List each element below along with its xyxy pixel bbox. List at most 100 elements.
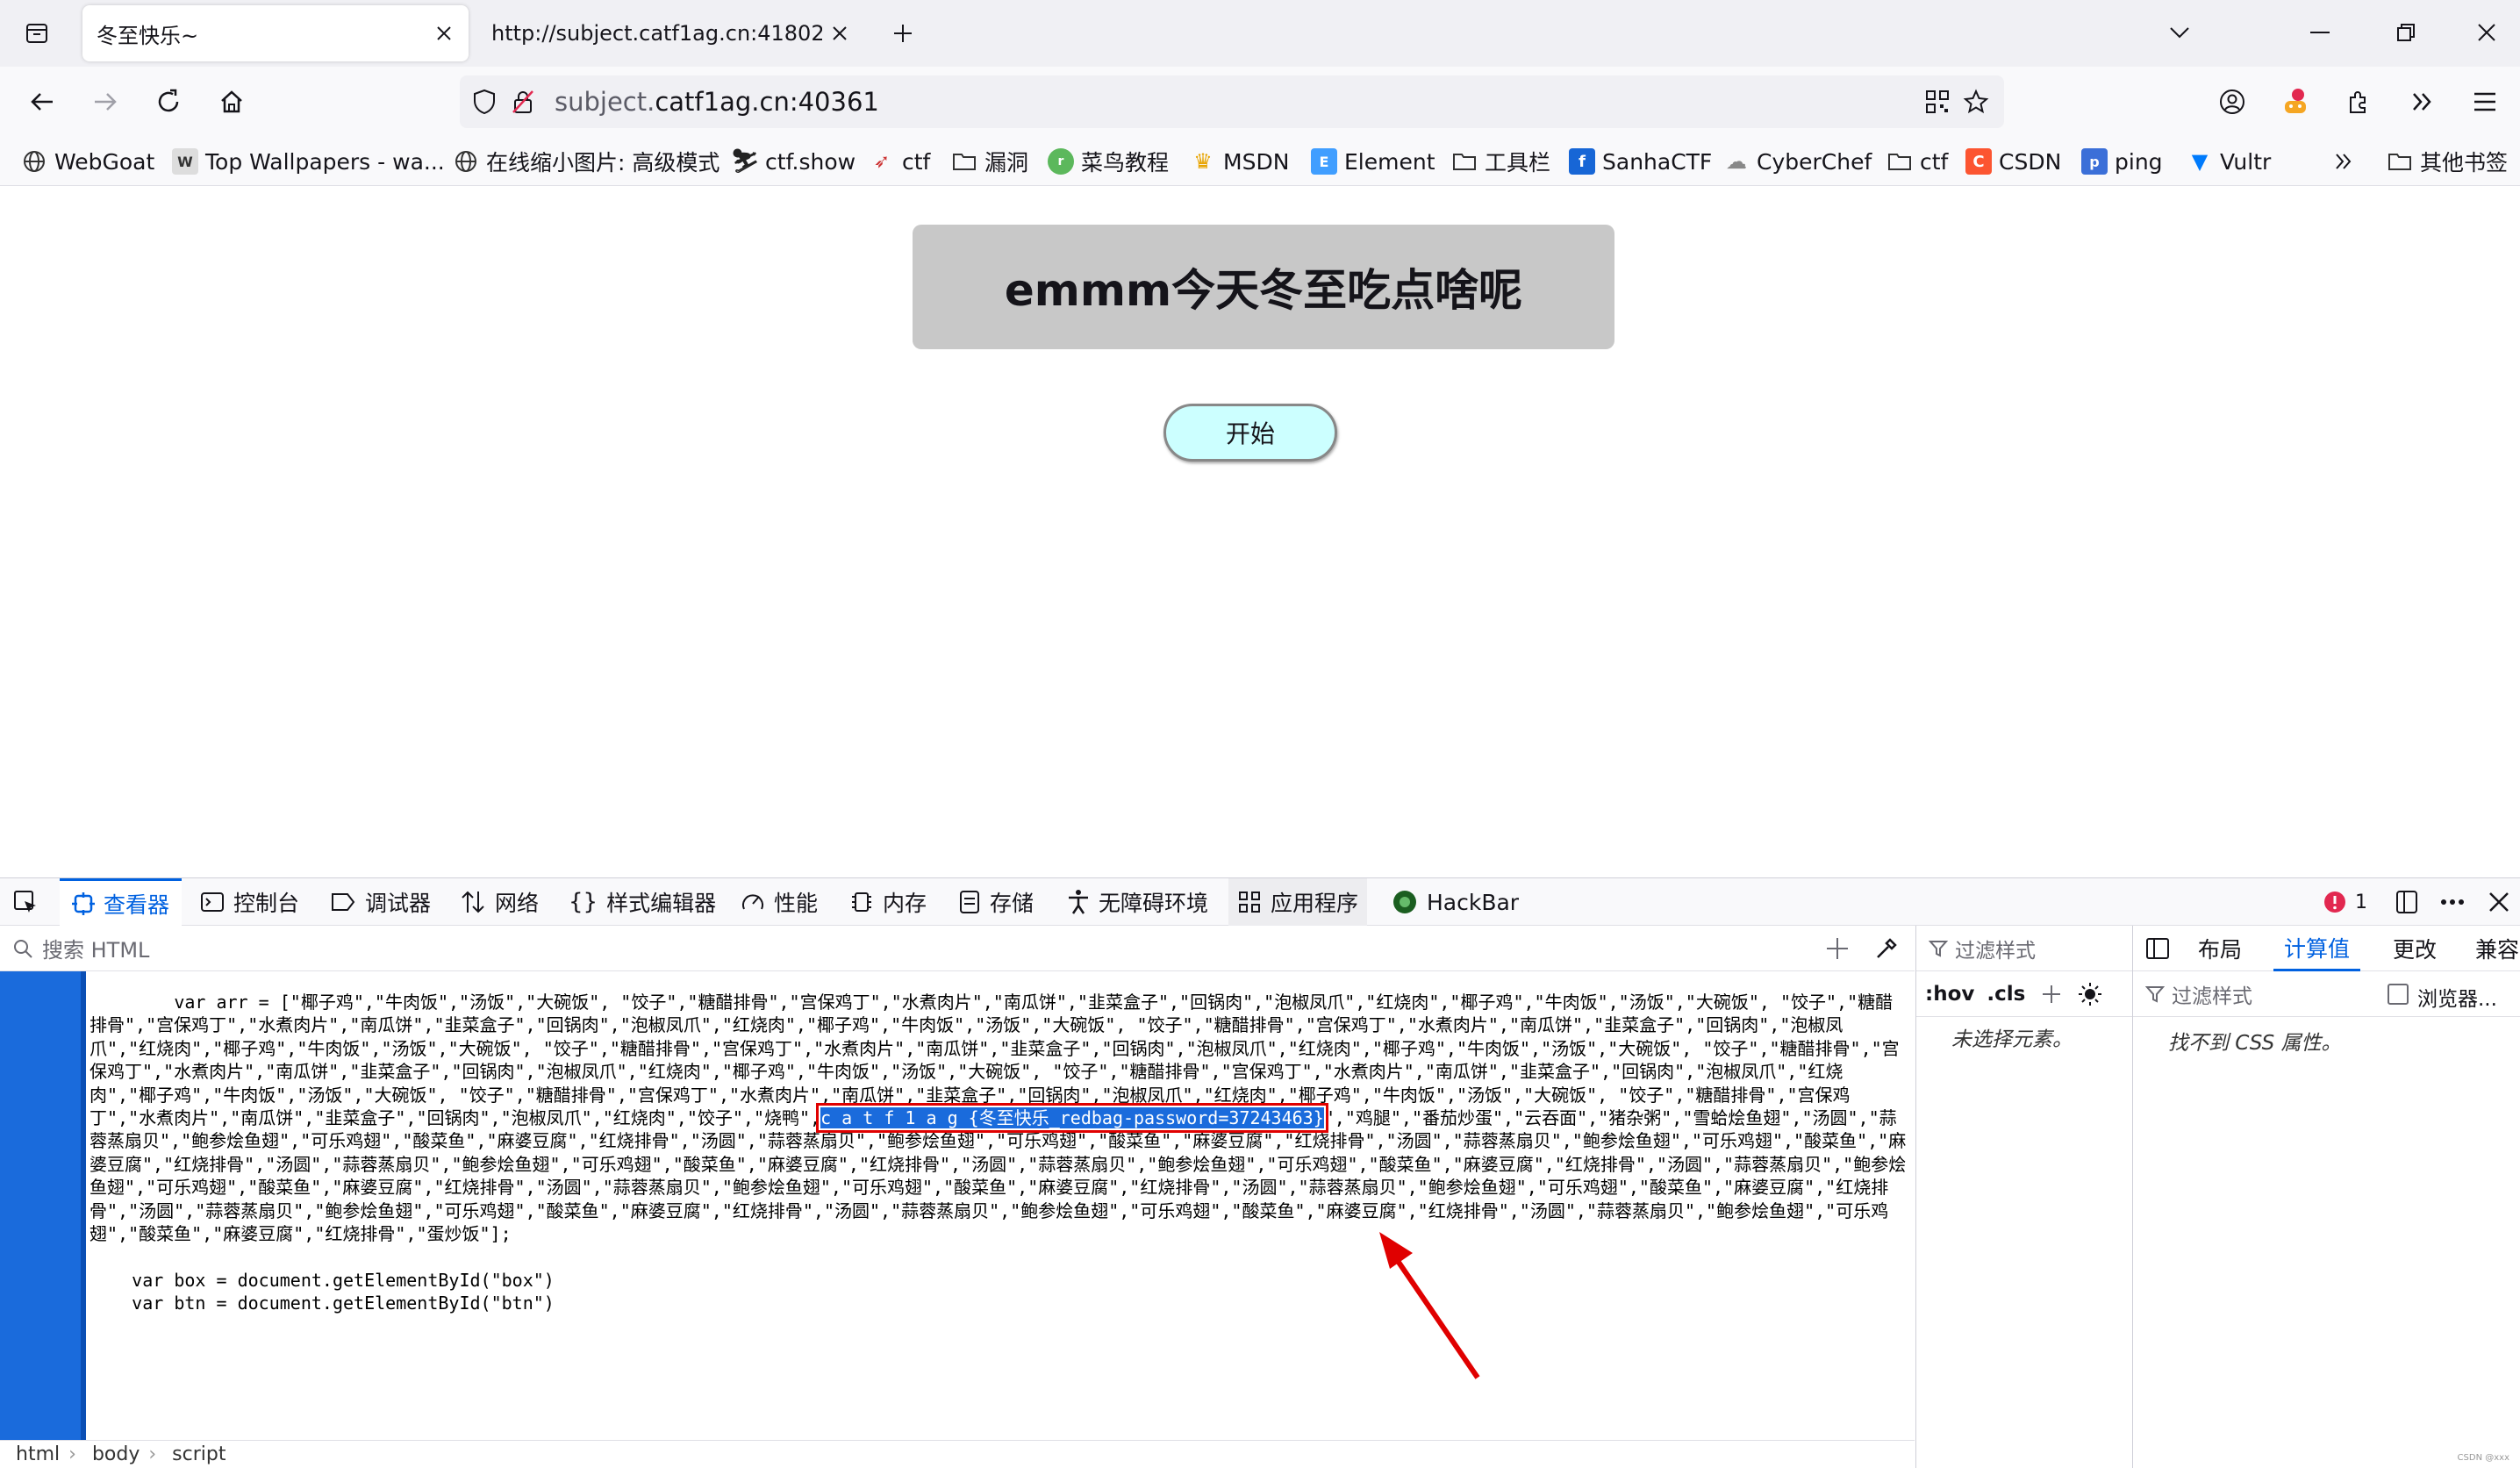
menu-hamburger-icon[interactable] [2464, 81, 2506, 123]
minimize-icon[interactable] [2294, 9, 2346, 56]
bookmark-folder-ctf[interactable]: ctf [1886, 144, 1948, 179]
bookmark-label: WebGoat [54, 148, 155, 175]
bookmark-image-resize[interactable]: 在线缩小图片: 高级模式 [453, 144, 719, 179]
hov-toggle[interactable]: :hov [1925, 983, 1974, 1006]
more-tools-chevron-icon[interactable] [2401, 81, 2443, 123]
tab-accessibility[interactable]: 无障碍环境 [1067, 878, 1208, 926]
forward-icon[interactable] [84, 81, 126, 123]
close-tab-icon[interactable] [822, 16, 857, 51]
restore-icon[interactable] [2380, 9, 2432, 56]
more-options-icon[interactable] [2439, 878, 2466, 926]
rules-filter-row: 过滤样式 [1916, 926, 2132, 971]
element-picker-icon[interactable] [12, 878, 47, 926]
shield-icon[interactable] [465, 82, 504, 121]
rocket-icon: ➶ [873, 150, 891, 173]
back-icon[interactable] [21, 81, 63, 123]
tab-hackbar[interactable]: HackBar [1392, 878, 1519, 926]
bookmark-label: 其他书签 [2420, 150, 2509, 175]
tab-storage[interactable]: 存储 [958, 878, 1034, 926]
extension-avatar-icon[interactable] [2274, 81, 2316, 123]
close-window-icon[interactable] [2460, 9, 2513, 56]
tab-label: 网络 [495, 891, 540, 916]
markup-view[interactable]: var arr = ["椰子鸡","牛肉饭","汤饭","大碗饭", "饺子",… [0, 971, 1915, 1440]
runoob-icon: r [1048, 148, 1074, 175]
close-tab-icon[interactable] [426, 16, 462, 51]
breadcrumb-item[interactable]: html [16, 1443, 60, 1465]
computed-filter-input[interactable]: 过滤样式 [2172, 979, 2252, 1009]
qr-code-icon[interactable] [1918, 82, 1957, 121]
tab-performance[interactable]: 性能 [741, 878, 818, 926]
tab-inspector[interactable]: 查看器 [60, 878, 183, 926]
bookmark-runoob[interactable]: r 菜鸟教程 [1048, 144, 1169, 179]
highlighted-flag-text[interactable]: c a t f 1 a g {冬至快乐_redbag-password=3724… [816, 1103, 1328, 1134]
bookmark-label: ctf.show [765, 148, 856, 175]
dock-side-icon[interactable] [2394, 878, 2420, 926]
tab-computed[interactable]: 计算值 [2273, 926, 2361, 971]
eyedropper-icon[interactable] [1874, 936, 1899, 961]
tab-console[interactable]: 控制台 [200, 878, 299, 926]
add-node-icon[interactable] [1825, 936, 1850, 961]
new-tab-icon[interactable] [882, 12, 924, 54]
list-all-tabs-icon[interactable] [2153, 9, 2206, 56]
devtools-toolbar: 查看器 控制台 调试器 网络 {} 样式编辑器 性能 内存 存储 无障碍环境 应… [0, 878, 2520, 926]
tab-active[interactable]: 冬至快乐~ [82, 5, 469, 61]
bookmark-cyberchef[interactable]: ☁ CyberChef [1723, 144, 1872, 179]
bookmark-folder-other[interactable]: 其他书签 [2387, 144, 2508, 179]
bookmark-vultr[interactable]: ▼ Vultr [2187, 144, 2272, 179]
error-count-badge[interactable]: 1 [2323, 878, 2367, 926]
light-theme-icon[interactable] [2078, 982, 2102, 1006]
code-text: ","鸡腿","番茄炒蛋","云吞面","猪杂粥","雪蛤烩鱼翅","汤圆","… [89, 1107, 1907, 1314]
rules-filter-input[interactable]: 过滤样式 [1955, 934, 2036, 963]
selected-node-gutter [0, 971, 81, 1440]
tab-style-editor[interactable]: {} 样式编辑器 [569, 878, 716, 926]
bookmark-element[interactable]: E Element [1311, 144, 1435, 179]
bookmark-ctf[interactable]: ➶ ctf [869, 144, 931, 179]
close-devtools-icon[interactable] [2488, 878, 2509, 926]
bookmark-folder-toolbar[interactable]: 工具栏 [1451, 144, 1550, 179]
tab-memory[interactable]: 内存 [849, 878, 927, 926]
breadcrumb-item[interactable]: body [92, 1443, 140, 1465]
bookmark-csdn[interactable]: C CSDN [1965, 144, 2061, 179]
insecure-lock-icon[interactable] [504, 82, 542, 121]
tab-changes[interactable]: 更改 [2393, 926, 2437, 971]
bookmark-folder-vuln[interactable]: 漏洞 [951, 144, 1028, 179]
url-text[interactable]: subject.catf1ag.cn:40361 [555, 87, 1918, 117]
more-bookmarks-chevron-icon[interactable] [2332, 144, 2355, 179]
tab-layout[interactable]: 布局 [2198, 926, 2242, 971]
reload-icon[interactable] [147, 81, 190, 123]
globe-icon [21, 148, 47, 175]
add-rule-icon[interactable] [2041, 984, 2062, 1005]
url-prefix: subject. [555, 87, 655, 117]
cls-toggle[interactable]: .cls [1987, 983, 2025, 1006]
bookmark-top-wallpapers[interactable]: W Top Wallpapers - wa... [172, 144, 445, 179]
account-icon[interactable] [2211, 81, 2253, 123]
tab-label: 性能 [774, 891, 819, 916]
bookmark-ping[interactable]: p ping [2081, 144, 2163, 179]
tab-list-icon[interactable] [18, 14, 56, 53]
home-icon[interactable] [211, 81, 253, 123]
bookmark-ctfshow[interactable]: ⛷ ctf.show [731, 144, 856, 179]
inspector-icon [72, 892, 95, 915]
computed-filter-row: 过滤样式 浏览器... [2133, 971, 2520, 1017]
script-source-code[interactable]: var arr = ["椰子鸡","牛肉饭","汤饭","大碗饭", "饺子",… [89, 991, 1908, 1315]
address-bar[interactable]: subject.catf1ag.cn:40361 [460, 75, 2004, 128]
bookmark-sanhactf[interactable]: f SanhaCTF [1569, 144, 1712, 179]
tab-network[interactable]: 网络 [460, 878, 539, 926]
tab-application[interactable]: 应用程序 [1228, 878, 1368, 926]
start-button[interactable]: 开始 [1163, 404, 1337, 462]
tab-label: 控制台 [233, 891, 300, 916]
sidebar-toggle-icon[interactable] [2145, 926, 2170, 971]
bookmark-star-icon[interactable] [1957, 82, 1995, 121]
search-html-input[interactable]: 搜索 HTML [42, 933, 149, 963]
tab-label: HackBar [1427, 889, 1520, 915]
folder-icon [951, 148, 977, 175]
tab-inactive[interactable]: http://subject.catf1ag.cn:41802/v [474, 5, 864, 61]
bookmark-webgoat[interactable]: WebGoat [21, 144, 154, 179]
breadcrumb-item[interactable]: script [172, 1443, 226, 1465]
tab-compatibility[interactable]: 兼容 [2475, 926, 2519, 971]
browser-styles-checkbox[interactable] [2388, 984, 2409, 1005]
bookmark-msdn[interactable]: ♛ MSDN [1190, 144, 1289, 179]
tab-label: 无障碍环境 [1099, 891, 1209, 916]
tab-debugger[interactable]: 调试器 [330, 878, 431, 926]
extensions-puzzle-icon[interactable] [2337, 81, 2380, 123]
